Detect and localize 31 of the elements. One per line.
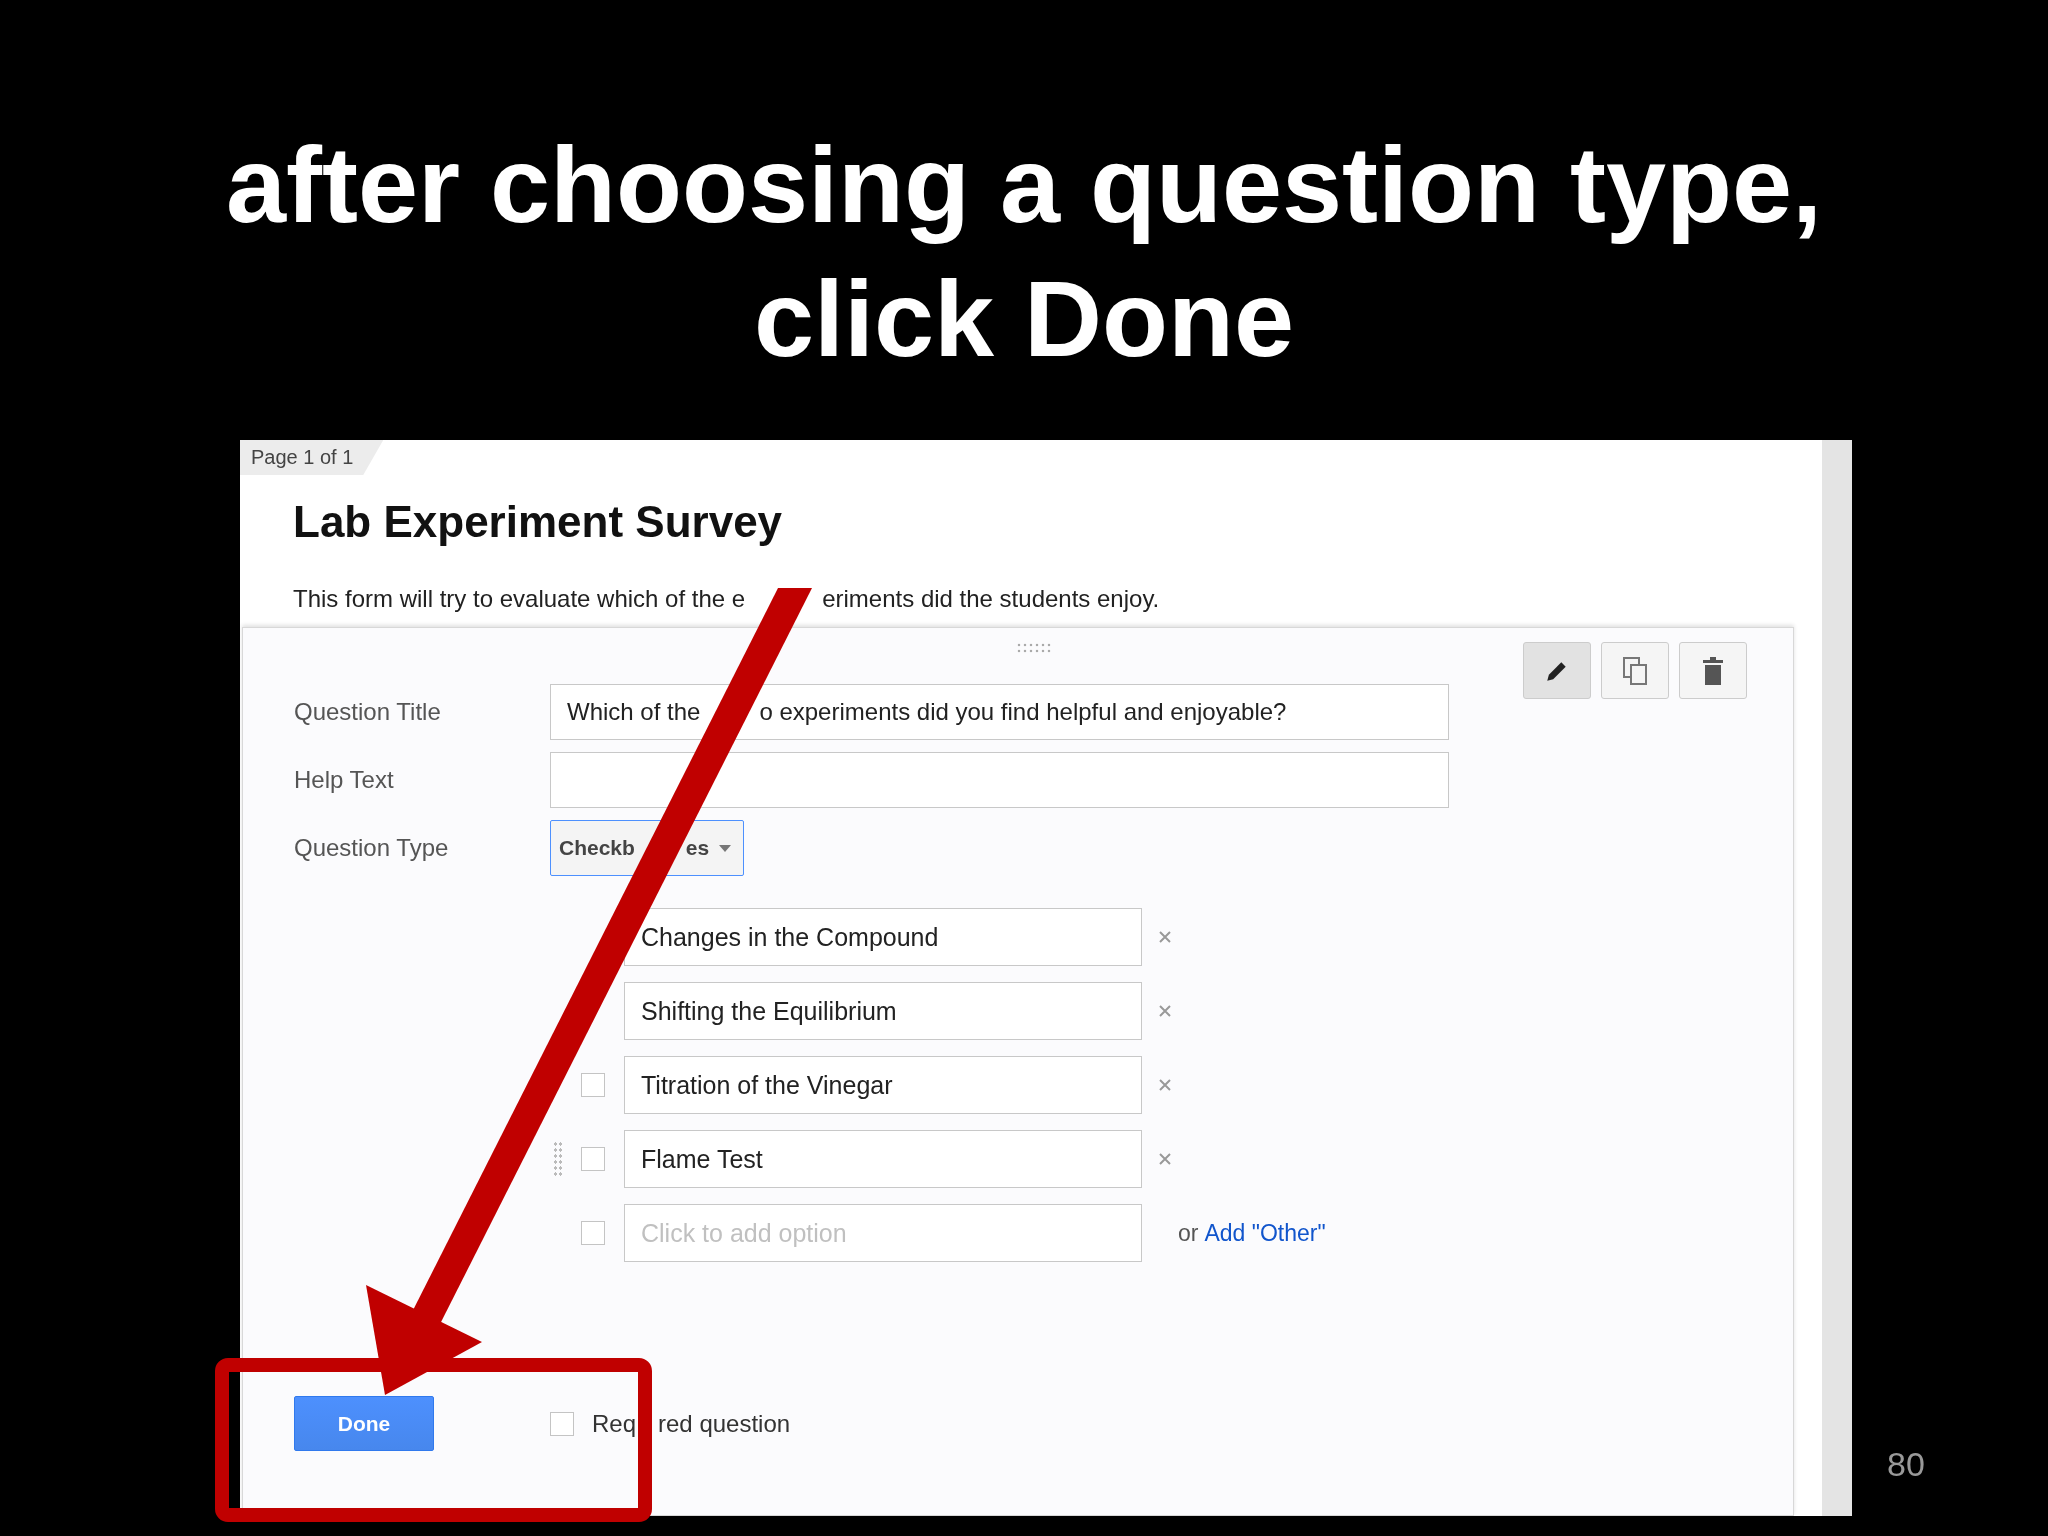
form-description: eriments did the students enjoy. [822, 585, 1160, 613]
drag-handle-icon[interactable] [553, 1141, 563, 1177]
duplicate-button[interactable] [1601, 642, 1669, 699]
required-label: Req [592, 1409, 637, 1438]
field-label: Help Text [294, 766, 395, 794]
required-checkbox[interactable] [550, 1411, 574, 1436]
option-field[interactable]: Changes in the Compound [624, 908, 1142, 966]
delete-button[interactable] [1679, 642, 1747, 699]
field-label: Question Type [294, 834, 450, 862]
field-label: Question Title [294, 698, 442, 726]
page-tab[interactable]: Page 1 of 1 [240, 440, 384, 475]
edit-button[interactable] [1523, 642, 1591, 699]
or-text: or [1178, 1219, 1199, 1247]
option-field[interactable]: Shifting the Equilibrium [624, 982, 1142, 1040]
page-number: 80 [1887, 1445, 1925, 1484]
option-field[interactable]: Flame Test [624, 1130, 1142, 1188]
add-other-link[interactable]: Add "Other" [1204, 1219, 1326, 1247]
form-description: This form will try to evaluate which of the e [293, 585, 746, 613]
option-checkbox[interactable] [581, 1147, 605, 1171]
option-checkbox[interactable] [581, 1221, 605, 1245]
option-field[interactable]: Titration of the Vinegar [624, 1056, 1142, 1114]
text-field[interactable] [550, 752, 1449, 808]
form-title: Lab Experiment Survey [293, 497, 784, 547]
drag-grip-icon[interactable] [1016, 642, 1052, 654]
option-checkbox[interactable] [581, 1073, 605, 1097]
slide-title: after choosing a question type, click Done [225, 123, 1823, 381]
required-label: red question [658, 1409, 791, 1438]
trash-icon [1702, 656, 1724, 685]
text-field[interactable]: Which of the o experiments did you find helpful and enjoyable? [550, 684, 1449, 740]
caret-icon [719, 844, 732, 852]
copy-icon [1622, 655, 1648, 686]
